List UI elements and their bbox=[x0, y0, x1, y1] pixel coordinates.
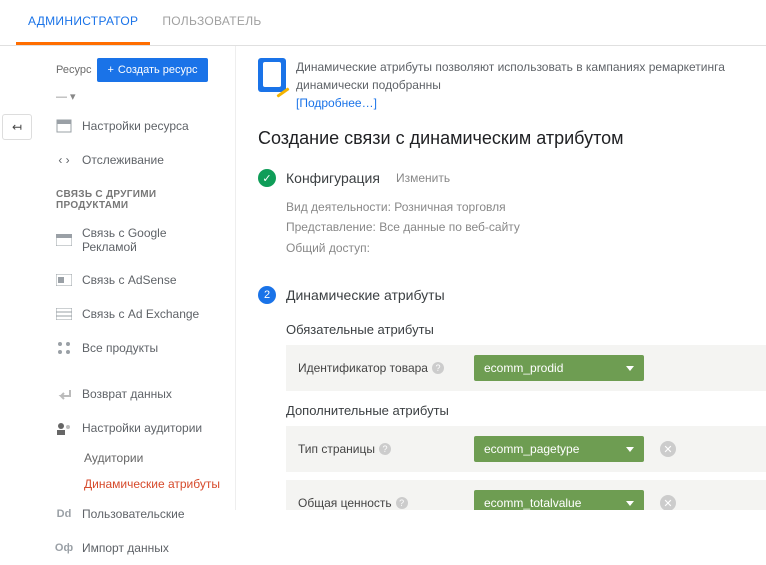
help-icon[interactable]: ? bbox=[379, 443, 391, 455]
sidebar-item-label: Все продукты bbox=[82, 341, 158, 355]
sidebar-item-label: Настройки ресурса bbox=[82, 119, 189, 133]
sidebar-item-label: Пользовательские bbox=[82, 507, 185, 521]
edit-configuration-link[interactable]: Изменить bbox=[396, 171, 450, 185]
chevron-down-icon bbox=[626, 501, 634, 506]
import-prefix-icon: Оф bbox=[56, 540, 72, 556]
step2-title: Динамические атрибуты bbox=[286, 287, 445, 303]
sidebar-item-label: Связь с AdSense bbox=[82, 273, 177, 287]
sidebar-item-label: Отслеживание bbox=[82, 153, 164, 167]
plus-icon: + bbox=[107, 64, 113, 76]
chevron-down-icon bbox=[626, 366, 634, 371]
summary-view: Представление: Все данные по веб-сайту bbox=[286, 217, 750, 237]
sidebar-item-tracking[interactable]: ‹ › Отслеживание bbox=[0, 143, 235, 177]
sidebar-item-adsense[interactable]: Связь с AdSense bbox=[0, 263, 235, 297]
ad-exchange-icon bbox=[56, 306, 72, 322]
grid-icon bbox=[56, 340, 72, 356]
attr-label-pagetype: Тип страницы bbox=[298, 442, 375, 456]
step-configuration: ✓ Конфигурация Изменить Вид деятельности… bbox=[258, 163, 750, 264]
sidebar-item-audience-settings[interactable]: Настройки аудитории bbox=[0, 411, 235, 445]
dropdown-prodid[interactable]: ecomm_prodid bbox=[474, 355, 644, 381]
help-icon[interactable]: ? bbox=[432, 362, 444, 374]
check-icon: ✓ bbox=[258, 169, 276, 187]
sidebar-item-google-ads[interactable]: Связь с Google Рекламой bbox=[0, 217, 235, 263]
create-resource-button[interactable]: + Создать ресурс bbox=[97, 58, 207, 82]
step-dynamic-attributes: 2 Динамические атрибуты Обязательные атр… bbox=[258, 280, 750, 510]
page-title: Создание связи с динамическим атрибутом bbox=[258, 128, 750, 149]
sidebar-item-label: Связь с Ad Exchange bbox=[82, 307, 199, 321]
optional-attributes-heading: Дополнительные атрибуты bbox=[286, 403, 750, 418]
dropdown-totalvalue[interactable]: ecomm_totalvalue bbox=[474, 490, 644, 510]
code-icon: ‹ › bbox=[56, 152, 72, 168]
sidebar-item-custom-definitions[interactable]: Dd Пользовательские bbox=[0, 497, 235, 531]
sidebar-item-label: Возврат данных bbox=[82, 387, 172, 401]
sidebar-item-label: Импорт данных bbox=[82, 541, 169, 555]
resource-label: Ресурс bbox=[56, 64, 91, 76]
summary-sharing: Общий доступ: bbox=[286, 238, 750, 258]
sidebar: Ресурс + Создать ресурс — ▾ Настройки ре… bbox=[0, 46, 236, 510]
sidebar-item-property-settings[interactable]: Настройки ресурса bbox=[0, 109, 235, 143]
chevron-down-icon bbox=[626, 447, 634, 452]
main-content: Динамические атрибуты позволяют использо… bbox=[236, 46, 766, 510]
step2-badge: 2 bbox=[258, 286, 276, 304]
attr-label-prodid: Идентификатор товара bbox=[298, 361, 428, 375]
back-button[interactable]: ↤ bbox=[2, 114, 32, 140]
sidebar-heading-product-links: СВЯЗЬ С ДРУГИМИ ПРОДУКТАМИ bbox=[0, 177, 235, 217]
sidebar-item-label: Связь с Google Рекламой bbox=[82, 226, 223, 254]
learn-more-link[interactable]: [Подробнее…] bbox=[296, 96, 377, 110]
attr-row-totalvalue: Общая ценность ? ecomm_totalvalue ✕ bbox=[286, 480, 766, 510]
sidebar-sub-audiences[interactable]: Аудитории bbox=[0, 445, 235, 471]
adsense-icon bbox=[56, 272, 72, 288]
help-icon[interactable]: ? bbox=[396, 497, 408, 509]
top-tabs: АДМИНИСТРАТОР ПОЛЬЗОВАТЕЛЬ bbox=[0, 0, 766, 46]
clipboard-icon bbox=[258, 58, 286, 92]
attr-row-pagetype: Тип страницы ? ecomm_pagetype ✕ bbox=[286, 426, 766, 472]
sidebar-item-all-products[interactable]: Все продукты bbox=[0, 331, 235, 365]
tab-user[interactable]: ПОЛЬЗОВАТЕЛЬ bbox=[150, 0, 273, 45]
sidebar-item-postbacks[interactable]: Возврат данных bbox=[0, 377, 235, 411]
sidebar-sub-dynamic-attributes[interactable]: Динамические атрибуты bbox=[0, 471, 235, 497]
summary-business-type: Вид деятельности: Розничная торговля bbox=[286, 197, 750, 217]
sidebar-item-data-import[interactable]: Оф Импорт данных bbox=[0, 531, 235, 565]
required-attributes-heading: Обязательные атрибуты bbox=[286, 322, 750, 337]
attr-row-prodid: Идентификатор товара ? ecomm_prodid bbox=[286, 345, 766, 391]
dropdown-pagetype[interactable]: ecomm_pagetype bbox=[474, 436, 644, 462]
ads-icon bbox=[56, 232, 72, 248]
resource-selector[interactable]: — ▾ bbox=[0, 90, 235, 109]
remove-pagetype-button[interactable]: ✕ bbox=[660, 441, 676, 457]
sidebar-item-ad-exchange[interactable]: Связь с Ad Exchange bbox=[0, 297, 235, 331]
sidebar-item-label: Настройки аудитории bbox=[82, 421, 202, 435]
audience-icon bbox=[56, 420, 72, 436]
step1-title: Конфигурация bbox=[286, 170, 380, 186]
intro-text: Динамические атрибуты позволяют использо… bbox=[296, 60, 725, 92]
tab-admin[interactable]: АДМИНИСТРАТОР bbox=[16, 0, 150, 45]
dd-icon: Dd bbox=[56, 506, 72, 522]
return-icon bbox=[56, 386, 72, 402]
settings-box-icon bbox=[56, 118, 72, 134]
